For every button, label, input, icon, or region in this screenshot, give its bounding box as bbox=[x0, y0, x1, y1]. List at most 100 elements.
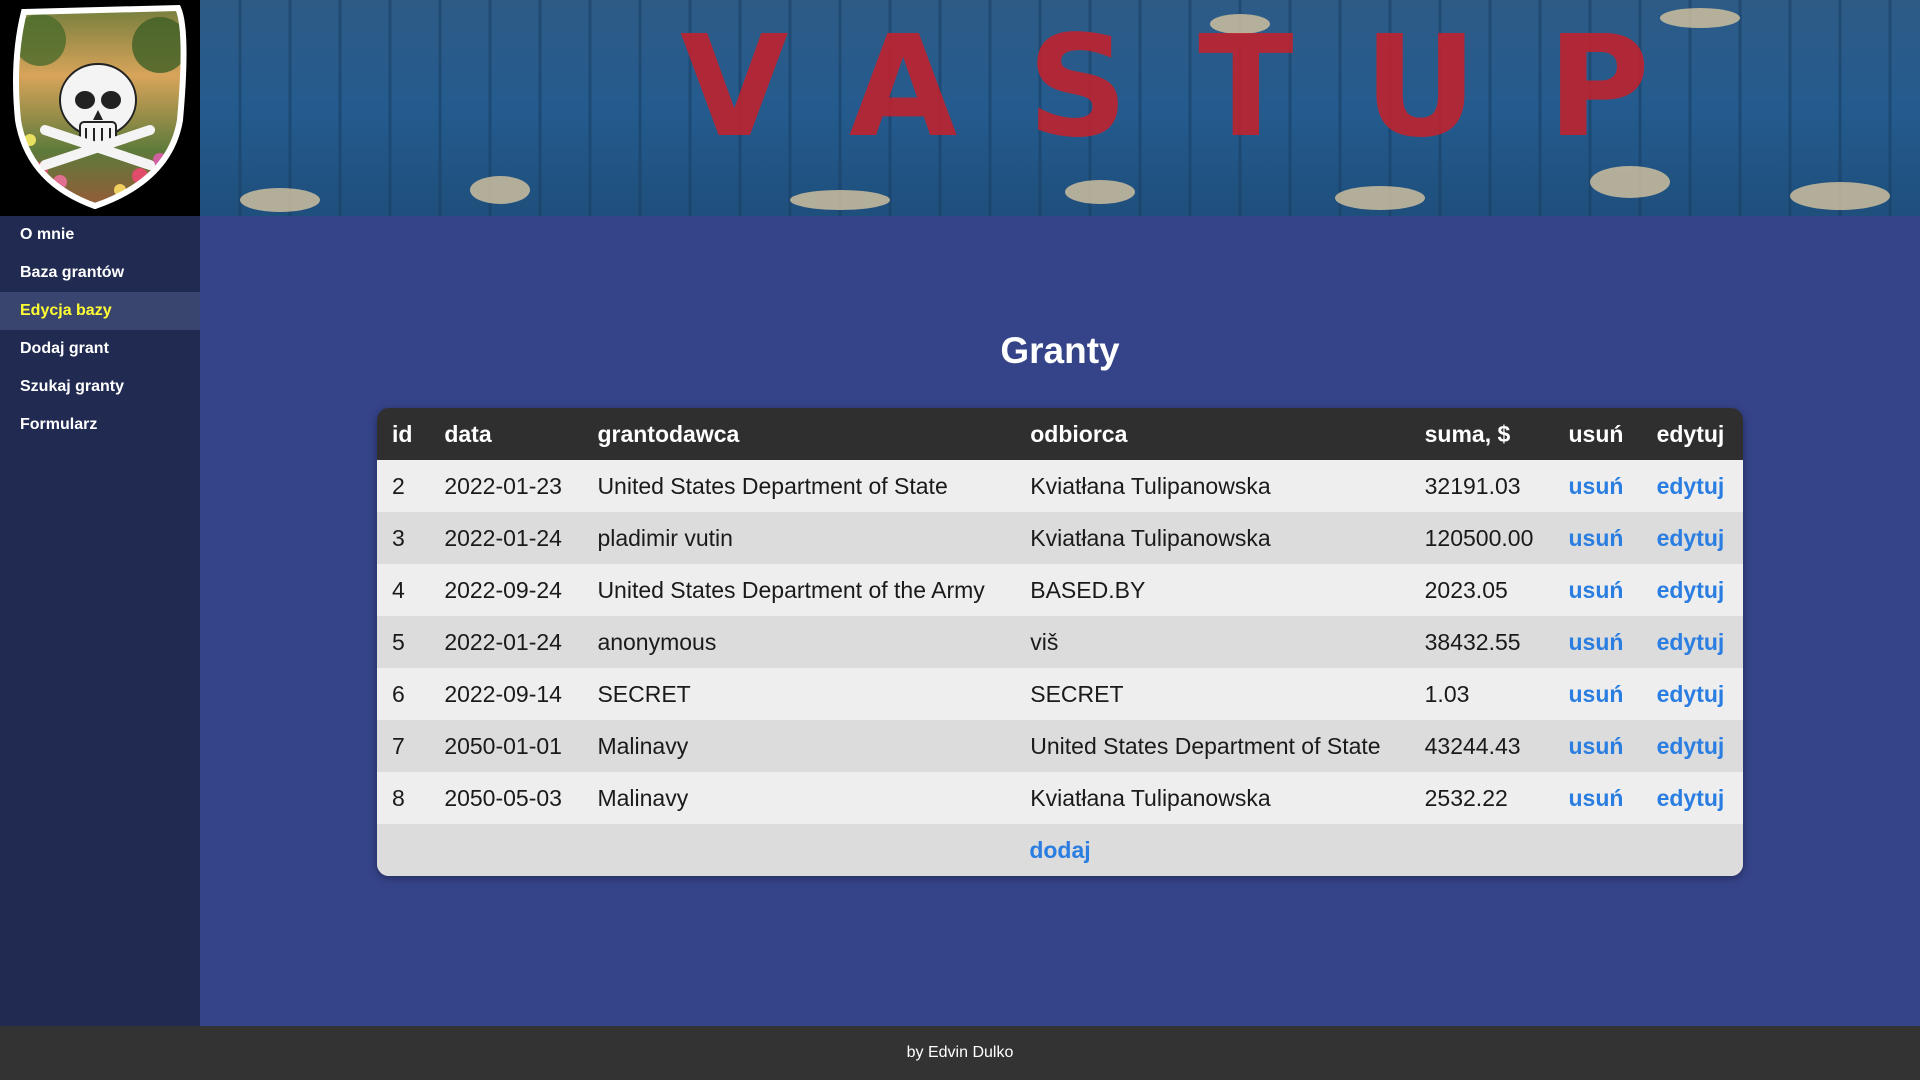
sidebar-nav: O mnie Baza grantów Edycja bazy Dodaj gr… bbox=[0, 216, 200, 1026]
delete-link[interactable]: usuń bbox=[1569, 733, 1624, 759]
table-row: 5 2022-01-24 anonymous viš 38432.55 usuń… bbox=[377, 616, 1743, 668]
cell-id: 8 bbox=[392, 784, 405, 811]
cell-edit: edytuj bbox=[1642, 512, 1743, 564]
cell-edit: edytuj bbox=[1642, 720, 1743, 772]
cell-odbiorca: Kviatłana Tulipanowska bbox=[1030, 784, 1271, 811]
cell-grantodawca: Malinavy bbox=[597, 784, 689, 811]
delete-link[interactable]: usuń bbox=[1569, 785, 1624, 811]
cell-id: 3 bbox=[392, 524, 405, 551]
table-row: 8 2050-05-03 Malinavy Kviatłana Tulipano… bbox=[377, 772, 1743, 824]
nav-item-formularz[interactable]: Formularz bbox=[0, 406, 200, 444]
cell-odbiorca: BASED.BY bbox=[1030, 576, 1146, 603]
column-header-grantodawca: grantodawca bbox=[597, 420, 740, 447]
cell-odbiorca: viš bbox=[1030, 628, 1059, 655]
site-header: VASTUP bbox=[0, 0, 1920, 216]
cell-grantodawca: Malinavy bbox=[597, 732, 689, 759]
cell-odbiorca: Kviatłana Tulipanowska bbox=[1030, 524, 1271, 551]
nav-item-dodaj-grant[interactable]: Dodaj grant bbox=[0, 330, 200, 368]
cell-delete: usuń bbox=[1554, 460, 1642, 512]
table-header-row: id data grantodawca odbiorca suma, $ usu… bbox=[377, 408, 1743, 460]
nav-item-szukaj-granty[interactable]: Szukaj granty bbox=[0, 368, 200, 406]
footer-text: by Edvin Dulko bbox=[906, 1044, 1014, 1061]
cell-suma: 120500.00 bbox=[1424, 524, 1534, 551]
logo bbox=[0, 0, 200, 216]
graffiti-banner-image: VASTUP bbox=[200, 0, 1920, 216]
cell-suma: 32191.03 bbox=[1424, 472, 1521, 499]
svg-text:VASTUP: VASTUP bbox=[680, 6, 1720, 169]
page-title: Granty bbox=[1000, 330, 1120, 371]
table-row: 6 2022-09-14 SECRET SECRET 1.03 usuń edy… bbox=[377, 668, 1743, 720]
shield-skull-logo bbox=[13, 4, 187, 210]
cell-id: 7 bbox=[392, 732, 405, 759]
add-cell: dodaj bbox=[377, 824, 1743, 876]
cell-data: 2022-01-24 bbox=[444, 524, 562, 551]
cell-delete: usuń bbox=[1554, 564, 1642, 616]
cell-delete: usuń bbox=[1554, 616, 1642, 668]
nav-item-baza-grantow[interactable]: Baza grantów bbox=[0, 254, 200, 292]
cell-edit: edytuj bbox=[1642, 460, 1743, 512]
delete-link[interactable]: usuń bbox=[1569, 473, 1624, 499]
cell-grantodawca: pladimir vutin bbox=[597, 524, 733, 551]
cell-grantodawca: United States Department of the Army bbox=[597, 576, 985, 603]
add-link[interactable]: dodaj bbox=[1029, 837, 1090, 863]
site-footer: by Edvin Dulko bbox=[0, 1026, 1920, 1080]
cell-data: 2050-01-01 bbox=[444, 732, 562, 759]
cell-data: 2022-09-24 bbox=[444, 576, 562, 603]
cell-id: 6 bbox=[392, 680, 405, 707]
cell-id: 2 bbox=[392, 472, 405, 499]
edit-link[interactable]: edytuj bbox=[1657, 785, 1725, 811]
delete-link[interactable]: usuń bbox=[1569, 577, 1624, 603]
nav-item-edycja-bazy[interactable]: Edycja bazy bbox=[0, 292, 200, 330]
nav-item-o-mnie[interactable]: O mnie bbox=[0, 216, 200, 254]
cell-suma: 2023.05 bbox=[1424, 576, 1508, 603]
table-row: 2 2022-01-23 United States Department of… bbox=[377, 460, 1743, 512]
column-header-usun: usuń bbox=[1568, 420, 1624, 447]
cell-grantodawca: anonymous bbox=[597, 628, 717, 655]
edit-link[interactable]: edytuj bbox=[1657, 681, 1725, 707]
cell-suma: 38432.55 bbox=[1424, 628, 1521, 655]
cell-edit: edytuj bbox=[1642, 668, 1743, 720]
edit-link[interactable]: edytuj bbox=[1657, 629, 1725, 655]
main-content: Granty id data grantodawca odbiorca suma… bbox=[200, 216, 1920, 1026]
delete-link[interactable]: usuń bbox=[1569, 629, 1624, 655]
cell-edit: edytuj bbox=[1642, 772, 1743, 824]
column-header-data: data bbox=[444, 420, 492, 447]
grants-table-container: id data grantodawca odbiorca suma, $ usu… bbox=[377, 408, 1743, 876]
cell-data: 2022-09-14 bbox=[444, 680, 562, 707]
cell-delete: usuń bbox=[1554, 512, 1642, 564]
cell-suma: 43244.43 bbox=[1424, 732, 1521, 759]
cell-odbiorca: Kviatłana Tulipanowska bbox=[1030, 472, 1271, 499]
grants-table: id data grantodawca odbiorca suma, $ usu… bbox=[377, 408, 1743, 876]
edit-link[interactable]: edytuj bbox=[1657, 733, 1725, 759]
table-row: 4 2022-09-24 United States Department of… bbox=[377, 564, 1743, 616]
edit-link[interactable]: edytuj bbox=[1657, 473, 1725, 499]
column-header-id: id bbox=[392, 420, 413, 447]
cell-odbiorca: SECRET bbox=[1030, 680, 1124, 707]
table-row: 3 2022-01-24 pladimir vutin Kviatłana Tu… bbox=[377, 512, 1743, 564]
cell-suma: 2532.22 bbox=[1424, 784, 1508, 811]
edit-link[interactable]: edytuj bbox=[1657, 577, 1725, 603]
column-header-odbiorca: odbiorca bbox=[1030, 420, 1128, 447]
delete-link[interactable]: usuń bbox=[1569, 525, 1624, 551]
cell-edit: edytuj bbox=[1642, 616, 1743, 668]
cell-suma: 1.03 bbox=[1424, 680, 1470, 707]
cell-data: 2022-01-23 bbox=[444, 472, 562, 499]
header-banner: VASTUP bbox=[200, 0, 1920, 216]
delete-link[interactable]: usuń bbox=[1569, 681, 1624, 707]
cell-grantodawca: SECRET bbox=[597, 680, 691, 707]
cell-odbiorca: United States Department of State bbox=[1030, 732, 1381, 759]
column-header-suma: suma, $ bbox=[1424, 420, 1511, 447]
cell-edit: edytuj bbox=[1642, 564, 1743, 616]
cell-id: 5 bbox=[392, 628, 405, 655]
cell-delete: usuń bbox=[1554, 772, 1642, 824]
column-header-edytuj: edytuj bbox=[1656, 420, 1725, 447]
cell-data: 2022-01-24 bbox=[444, 628, 562, 655]
table-row: 7 2050-01-01 Malinavy United States Depa… bbox=[377, 720, 1743, 772]
cell-id: 4 bbox=[392, 576, 405, 603]
cell-delete: usuń bbox=[1554, 668, 1642, 720]
cell-data: 2050-05-03 bbox=[444, 784, 562, 811]
edit-link[interactable]: edytuj bbox=[1657, 525, 1725, 551]
cell-delete: usuń bbox=[1554, 720, 1642, 772]
add-row: dodaj bbox=[377, 824, 1743, 876]
cell-grantodawca: United States Department of State bbox=[597, 472, 948, 499]
